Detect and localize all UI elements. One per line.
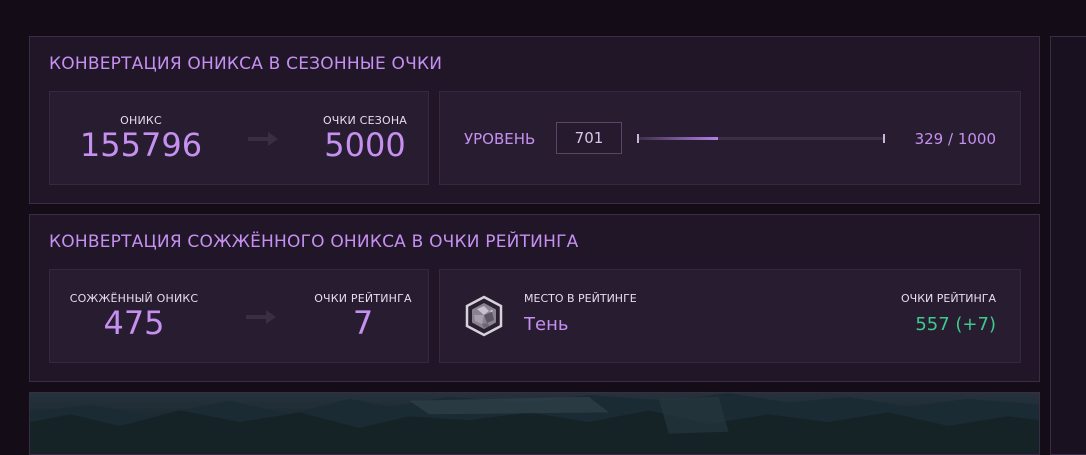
forest-scene-illustration	[30, 393, 1039, 454]
progress-start-marker	[637, 134, 639, 143]
burned-onyx-value: 475	[103, 304, 165, 342]
panel-title: Конвертация оникса в сезонные очки	[49, 54, 443, 74]
onyx-stat: ОНИКС 155796	[76, 114, 206, 163]
rating-points-stat: ОЧКИ РЕЙТИНГА 7	[308, 292, 418, 341]
onyx-conversion-box: ОНИКС 155796 ОЧКИ СЕЗОНА 5000	[49, 91, 429, 185]
level-label: УРОВЕНЬ	[464, 130, 536, 148]
arrow-right-icon	[246, 310, 276, 324]
level-progress-bar	[637, 137, 883, 140]
side-panel	[1050, 36, 1086, 455]
rank-label: МЕСТО В РЕЙТИНГЕ	[524, 292, 637, 305]
scene-banner-image	[29, 392, 1040, 455]
progress-end-marker	[883, 134, 885, 143]
rank-box: МЕСТО В РЕЙТИНГЕ Тень ОЧКИ РЕЙТИНГА 557 …	[439, 269, 1021, 363]
level-progress-text: 329 / 1000	[914, 130, 996, 148]
burned-onyx-stat: СОЖЖЁННЫЙ ОНИКС 475	[64, 292, 204, 341]
burned-conversion-panel: Конвертация сожжённого оникса в очки рей…	[29, 214, 1040, 382]
level-input[interactable]: 701	[556, 122, 622, 154]
season-points-stat: ОЧКИ СЕЗОНА 5000	[315, 114, 415, 163]
arrow-right-icon	[248, 132, 278, 146]
rating-points-total-label: ОЧКИ РЕЙТИНГА	[901, 292, 996, 305]
level-progress-fill	[637, 137, 718, 140]
page: Конвертация оникса в сезонные очки ОНИКС…	[0, 0, 1086, 455]
panel-title: Конвертация сожжённого оникса в очки рей…	[49, 232, 579, 252]
season-points-value: 5000	[324, 126, 406, 164]
rating-points-total-value: 557 (+7)	[915, 314, 996, 335]
rank-name: Тень	[524, 314, 569, 335]
rating-points-value: 7	[352, 304, 374, 342]
onyx-conversion-panel: Конвертация оникса в сезонные очки ОНИКС…	[29, 36, 1040, 204]
onyx-value: 155796	[79, 126, 203, 164]
shadow-rank-icon	[465, 295, 503, 337]
level-box: УРОВЕНЬ 701 329 / 1000	[439, 91, 1021, 185]
burned-conversion-box: СОЖЖЁННЫЙ ОНИКС 475 ОЧКИ РЕЙТИНГА 7	[49, 269, 429, 363]
